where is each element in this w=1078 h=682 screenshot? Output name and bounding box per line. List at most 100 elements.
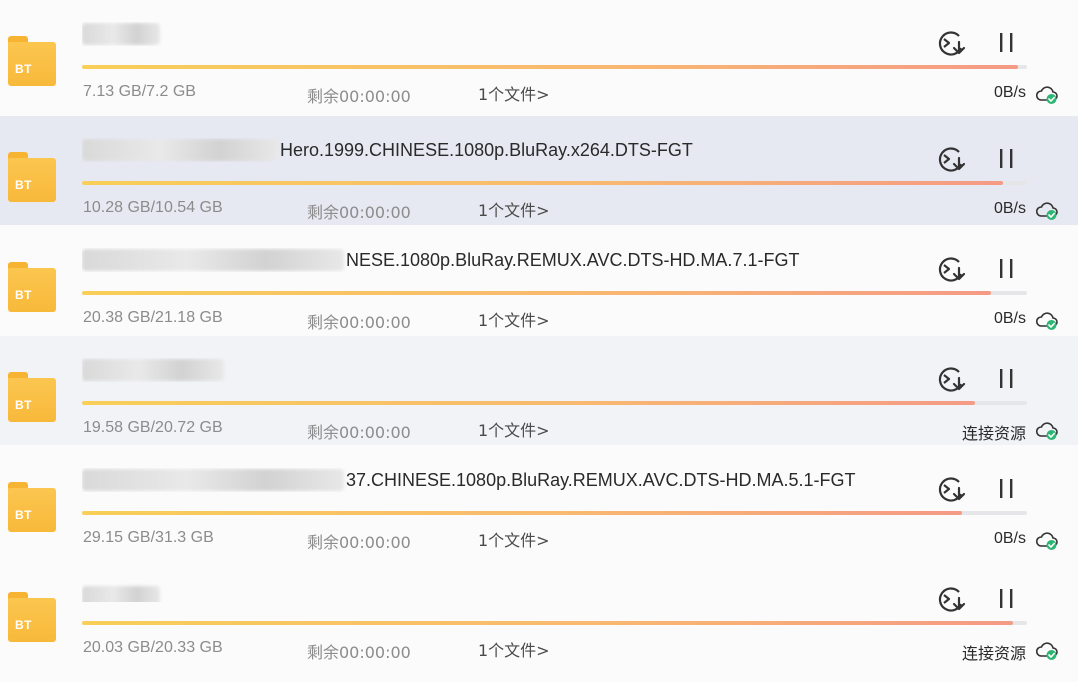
redacted-name-part xyxy=(82,359,224,381)
download-speed: 0B/s xyxy=(993,310,1026,327)
file-name-text: Hero.1999.CHINESE.1080p.BluRay.x264.DTS-… xyxy=(280,140,693,160)
download-item[interactable]: BT 19.58 GB/20.72 GB 剩余00:00:00 1个文件> 连接… xyxy=(0,336,1078,445)
connection-status: 连接资源 xyxy=(961,426,1026,443)
bt-badge-label: BT xyxy=(15,618,32,632)
open-folder-icon xyxy=(938,587,966,612)
bt-file-icon: BT xyxy=(8,152,56,202)
bt-file-icon: BT xyxy=(8,372,56,422)
progress-bar xyxy=(82,65,1027,69)
download-item[interactable]: BT 7.13 GB/7.2 GB 剩余00:00:00 1个文件> 0B/s xyxy=(0,0,1078,109)
size-text: 10.28 GB/10.54 GB xyxy=(83,199,223,216)
pause-icon xyxy=(1000,149,1013,168)
pause-button[interactable] xyxy=(992,476,1022,502)
bt-badge-label: BT xyxy=(15,288,32,302)
size-text: 20.38 GB/21.18 GB xyxy=(83,309,223,326)
bt-badge-label: BT xyxy=(15,62,32,76)
progress-bar xyxy=(82,401,1027,405)
size-text: 19.58 GB/20.72 GB xyxy=(83,419,223,436)
download-item[interactable]: BT NESE.1080p.BluRay.REMUX.AVC.DTS-HD.MA… xyxy=(0,226,1078,335)
pause-icon xyxy=(1000,369,1013,388)
bt-file-icon: BT xyxy=(8,482,56,532)
size-text: 29.15 GB/31.3 GB xyxy=(83,529,214,546)
remaining-time: 剩余00:00:00 xyxy=(307,533,411,552)
download-speed: 0B/s xyxy=(993,200,1026,217)
remaining-time: 剩余00:00:00 xyxy=(307,423,411,442)
download-item[interactable]: BT 20.03 GB/20.33 GB 剩余00:00:00 1个文件> 连接… xyxy=(0,556,1078,665)
open-folder-icon xyxy=(938,257,966,282)
download-item[interactable]: BT Hero.1999.CHINESE.1080p.BluRay.x264.D… xyxy=(0,116,1078,225)
pause-icon xyxy=(1000,33,1013,52)
open-folder-button[interactable] xyxy=(935,254,969,284)
open-folder-button[interactable] xyxy=(935,584,969,614)
file-count-link[interactable]: 1个文件> xyxy=(478,197,550,221)
pause-icon xyxy=(1000,589,1013,608)
progress-fill xyxy=(82,291,992,295)
open-folder-button[interactable] xyxy=(935,144,969,174)
file-name-text: NESE.1080p.BluRay.REMUX.AVC.DTS-HD.MA.7.… xyxy=(346,250,800,270)
connection-status: 连接资源 xyxy=(961,646,1026,663)
pause-icon xyxy=(1000,259,1013,278)
progress-bar xyxy=(82,291,1027,295)
open-folder-icon xyxy=(938,31,966,56)
pause-button[interactable] xyxy=(992,366,1022,392)
file-name: 37.CHINESE.1080p.BluRay.REMUX.AVC.DTS-HD… xyxy=(82,468,902,492)
cloud-connected-icon xyxy=(1035,312,1058,330)
progress-bar xyxy=(82,621,1027,625)
bt-file-icon: BT xyxy=(8,262,56,312)
file-name: NESE.1080p.BluRay.REMUX.AVC.DTS-HD.MA.7.… xyxy=(82,248,902,272)
progress-fill xyxy=(82,401,976,405)
redacted-name-part xyxy=(82,249,344,271)
progress-bar xyxy=(82,181,1027,185)
remaining-time: 剩余00:00:00 xyxy=(307,313,411,332)
bt-badge-label: BT xyxy=(15,398,32,412)
redacted-name-part xyxy=(82,139,278,161)
pause-button[interactable] xyxy=(992,146,1022,172)
file-name-text: 37.CHINESE.1080p.BluRay.REMUX.AVC.DTS-HD… xyxy=(346,470,856,490)
file-count-link[interactable]: 1个文件> xyxy=(478,417,550,441)
open-folder-icon xyxy=(938,147,966,172)
download-list: BT 7.13 GB/7.2 GB 剩余00:00:00 1个文件> 0B/s xyxy=(0,0,1078,682)
file-name xyxy=(82,358,902,382)
file-count-link[interactable]: 1个文件> xyxy=(478,527,550,551)
open-folder-icon xyxy=(938,367,966,392)
pause-icon xyxy=(1000,479,1013,498)
download-item[interactable]: BT 37.CHINESE.1080p.BluRay.REMUX.AVC.DTS… xyxy=(0,446,1078,555)
progress-bar xyxy=(82,511,1027,515)
redacted-name-part xyxy=(82,586,160,602)
cloud-connected-icon xyxy=(1035,642,1058,660)
bt-file-icon: BT xyxy=(8,36,56,86)
progress-fill xyxy=(82,511,962,515)
open-folder-button[interactable] xyxy=(935,28,969,58)
file-count-link[interactable]: 1个文件> xyxy=(478,307,550,331)
pause-button[interactable] xyxy=(992,586,1022,612)
remaining-time: 剩余00:00:00 xyxy=(307,87,411,106)
bt-badge-label: BT xyxy=(15,178,32,192)
file-name xyxy=(82,22,902,46)
progress-fill xyxy=(82,181,1004,185)
open-folder-button[interactable] xyxy=(935,364,969,394)
download-speed: 0B/s xyxy=(993,530,1026,547)
remaining-time: 剩余00:00:00 xyxy=(307,643,411,662)
cloud-connected-icon xyxy=(1035,422,1058,440)
open-folder-icon xyxy=(938,477,966,502)
progress-fill xyxy=(82,65,1018,69)
pause-button[interactable] xyxy=(992,256,1022,282)
redacted-name-part xyxy=(82,469,344,491)
redacted-name-part xyxy=(82,23,160,45)
size-text: 7.13 GB/7.2 GB xyxy=(83,83,196,100)
cloud-connected-icon xyxy=(1035,532,1058,550)
cloud-connected-icon xyxy=(1035,86,1058,104)
file-name: Hero.1999.CHINESE.1080p.BluRay.x264.DTS-… xyxy=(82,138,902,162)
file-name xyxy=(82,578,902,602)
download-speed: 0B/s xyxy=(993,84,1026,101)
cloud-connected-icon xyxy=(1035,202,1058,220)
file-count-link[interactable]: 1个文件> xyxy=(478,81,550,105)
file-count-link[interactable]: 1个文件> xyxy=(478,637,550,661)
open-folder-button[interactable] xyxy=(935,474,969,504)
size-text: 20.03 GB/20.33 GB xyxy=(83,639,223,656)
bt-file-icon: BT xyxy=(8,592,56,642)
remaining-time: 剩余00:00:00 xyxy=(307,203,411,222)
progress-fill xyxy=(82,621,1013,625)
pause-button[interactable] xyxy=(992,30,1022,56)
bt-badge-label: BT xyxy=(15,508,32,522)
